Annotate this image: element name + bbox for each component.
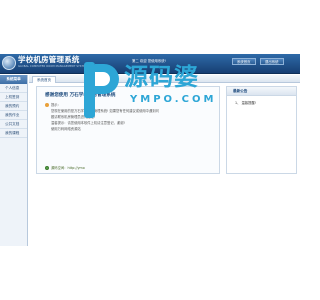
notice-panel: 最新公告 1、 温馨提醒!: [226, 86, 297, 174]
site-subtitle: GLOBAL COMPUTER ROOM MANAGEMENT SYSTEM: [18, 65, 88, 68]
footer-link[interactable]: 源码空间：http://ymo: [51, 165, 85, 170]
sidebar-item-profile[interactable]: 个人信息: [0, 84, 27, 93]
info-icon: [45, 103, 49, 107]
sidebar-item-documents[interactable]: 公共文档: [0, 120, 27, 129]
sidebar-item-courses[interactable]: 我的课程: [0, 129, 27, 138]
watermark-p-logo-icon: [84, 62, 119, 118]
sidebar-item-reservations[interactable]: 我的预约: [0, 102, 27, 111]
site-title: 学校机房管理系统: [18, 55, 80, 64]
welcome-footer: 源码空间：http://ymo: [45, 165, 85, 170]
tab-home[interactable]: 系统首页: [32, 76, 56, 83]
sidebar: 系统菜单 个人信息 上机签到 我的预约 我的作业 公共文档 我的课程: [0, 75, 28, 246]
watermark-text: 源码婆: [124, 63, 199, 91]
home-button[interactable]: 系统首页: [232, 58, 256, 65]
sidebar-item-checkin[interactable]: 上机签到: [0, 93, 27, 102]
watermark-subtext: YMPO.COM: [130, 94, 217, 105]
notice-heading: 最新公告: [227, 87, 296, 96]
globe-logo-icon: [2, 56, 16, 70]
watermark: 源码婆 YMPO.COM: [82, 60, 232, 130]
notice-item[interactable]: 1、 温馨提醒!: [227, 96, 296, 105]
sidebar-item-homework[interactable]: 我的作业: [0, 111, 27, 120]
sidebar-heading: 系统菜单: [0, 75, 27, 84]
globe-icon: [45, 165, 49, 170]
logout-button[interactable]: 退出系统: [260, 58, 284, 65]
